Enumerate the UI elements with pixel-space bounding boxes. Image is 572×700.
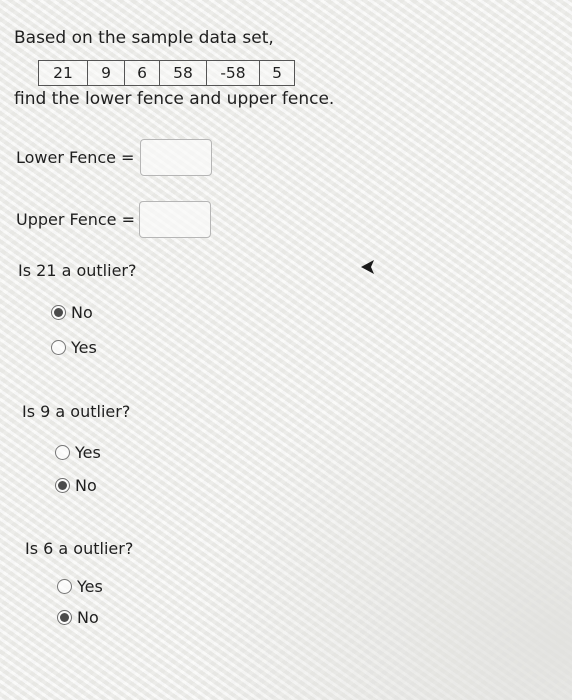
- option-label: Yes: [77, 577, 103, 596]
- q3-option-no[interactable]: No: [57, 608, 99, 627]
- question-21-outlier: Is 21 a outlier?: [18, 261, 137, 280]
- option-label: No: [71, 303, 93, 322]
- data-cell: 9: [87, 60, 125, 86]
- q2-option-yes[interactable]: Yes: [55, 443, 101, 462]
- intro-text: Based on the sample data set,: [14, 28, 274, 48]
- radio-unselected-icon[interactable]: [55, 445, 70, 460]
- instruction-text: find the lower fence and upper fence.: [14, 89, 335, 109]
- data-cell: 21: [38, 60, 88, 86]
- data-cell: 6: [124, 60, 160, 86]
- radio-unselected-icon[interactable]: [51, 340, 66, 355]
- option-label: Yes: [71, 338, 97, 357]
- radio-unselected-icon[interactable]: [57, 579, 72, 594]
- data-cell: 5: [259, 60, 295, 86]
- option-label: No: [75, 476, 97, 495]
- question-6-outlier: Is 6 a outlier?: [25, 539, 134, 558]
- upper-fence-label: Upper Fence =: [16, 210, 135, 229]
- q1-option-yes[interactable]: Yes: [51, 338, 97, 357]
- data-set-table: 21 9 6 58 -58 5: [38, 60, 295, 86]
- data-cell: -58: [206, 60, 260, 86]
- radio-selected-icon[interactable]: [55, 478, 70, 493]
- q1-option-no[interactable]: No: [51, 303, 93, 322]
- question-9-outlier: Is 9 a outlier?: [22, 402, 131, 421]
- lower-fence-label: Lower Fence =: [16, 148, 135, 167]
- q3-option-yes[interactable]: Yes: [57, 577, 103, 596]
- radio-selected-icon[interactable]: [57, 610, 72, 625]
- option-label: No: [77, 608, 99, 627]
- upper-fence-input[interactable]: [139, 201, 211, 238]
- radio-selected-icon[interactable]: [51, 305, 66, 320]
- data-cell: 58: [159, 60, 207, 86]
- option-label: Yes: [75, 443, 101, 462]
- q2-option-no[interactable]: No: [55, 476, 97, 495]
- mouse-pointer-icon: [361, 260, 374, 274]
- lower-fence-input[interactable]: [140, 139, 212, 176]
